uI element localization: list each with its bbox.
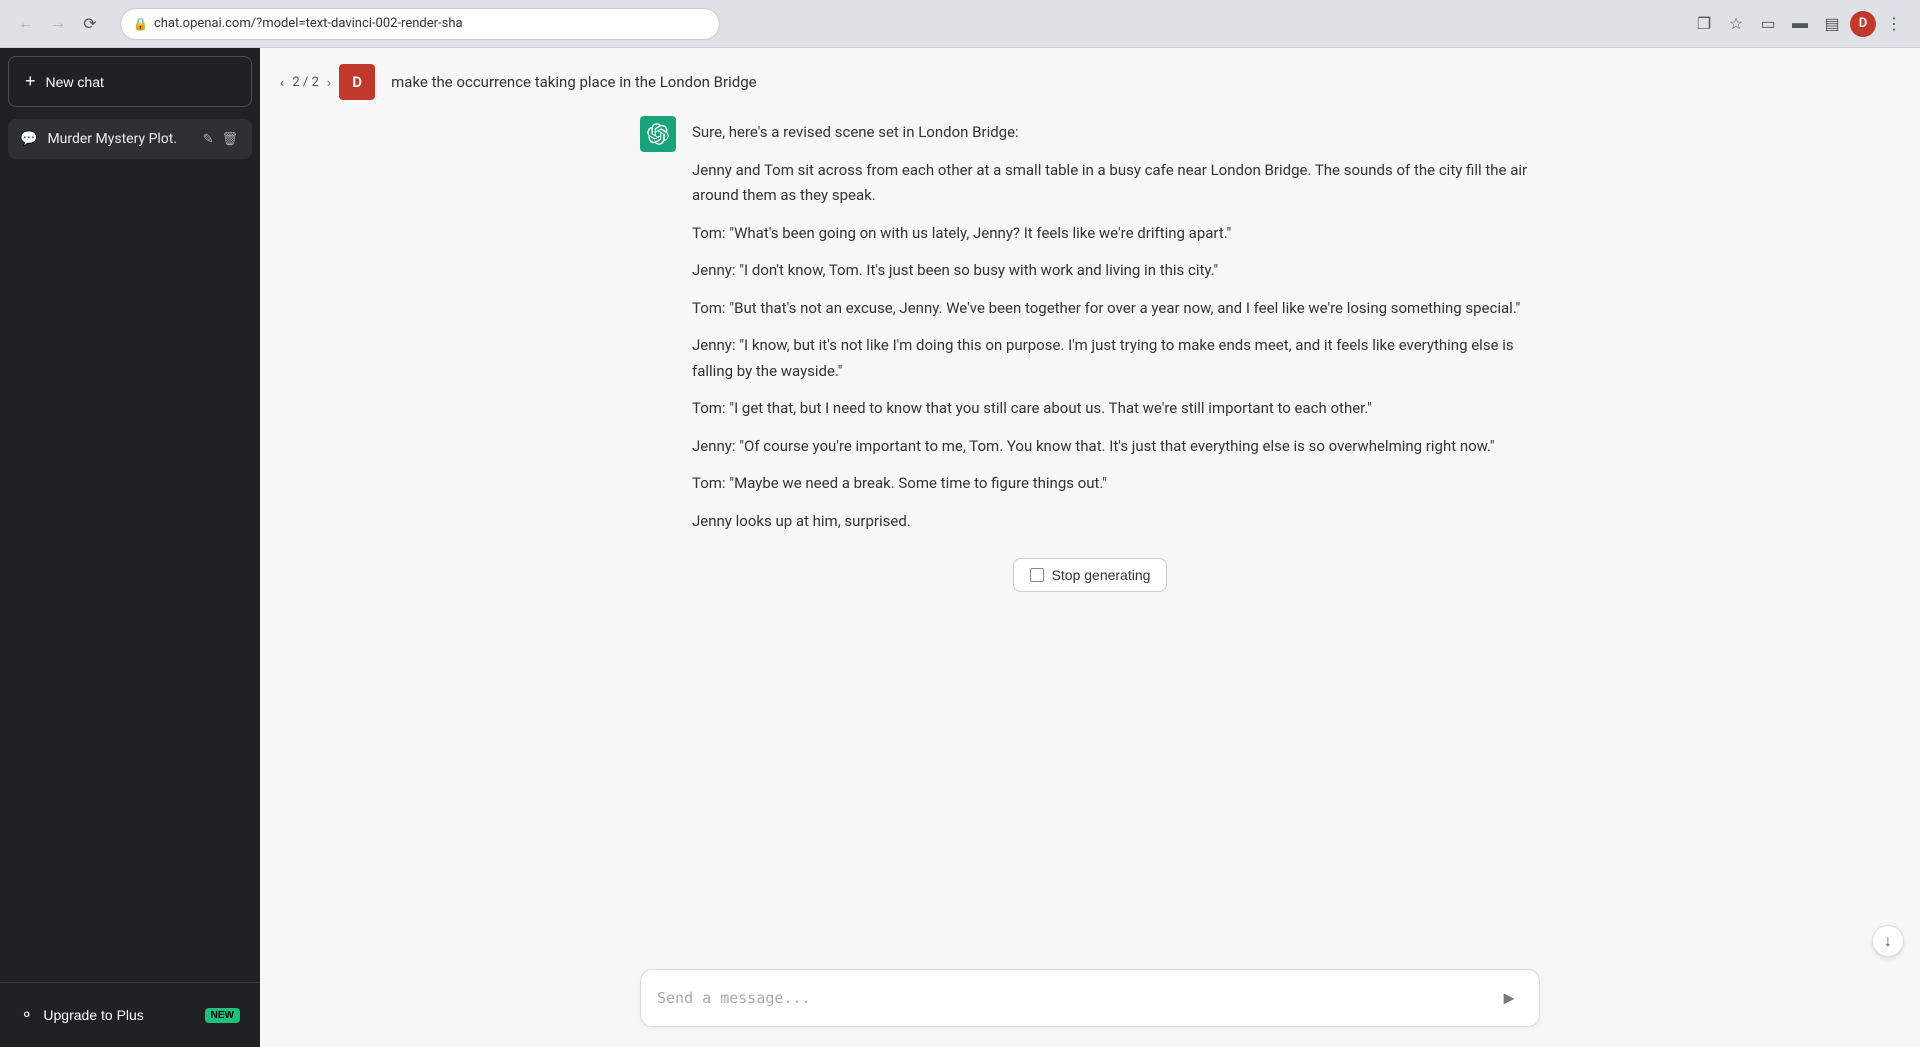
input-container: ► xyxy=(640,969,1540,1027)
chat-icon: 💬 xyxy=(20,131,37,147)
sidebar: + New chat 💬 Murder Mystery Plot. ✎ 🗑 ⚬ … xyxy=(0,48,260,1047)
assistant-para-2: Jenny: "I don't know, Tom. It's just bee… xyxy=(692,258,1540,284)
profile-avatar[interactable]: D xyxy=(1850,11,1876,37)
assistant-para-4: Jenny: "I know, but it's not like I'm do… xyxy=(692,333,1540,384)
assistant-avatar xyxy=(640,116,676,152)
send-icon: ► xyxy=(1500,988,1518,1009)
sidebar-bottom: ⚬ Upgrade to Plus NEW xyxy=(0,982,260,1047)
assistant-message-row: Sure, here's a revised scene set in Lond… xyxy=(640,116,1540,534)
assistant-para-5: Tom: "I get that, but I need to know tha… xyxy=(692,396,1540,422)
new-badge: NEW xyxy=(205,1008,240,1023)
puzzle-button[interactable]: ▬ xyxy=(1786,10,1814,38)
scroll-to-bottom-button[interactable]: ↓ xyxy=(1872,925,1904,957)
share-button[interactable]: ❐ xyxy=(1690,10,1718,38)
menu-button[interactable]: ⋮ xyxy=(1880,10,1908,38)
assistant-para-8: Jenny looks up at him, surprised. xyxy=(692,509,1540,535)
assistant-para-3: Tom: "But that's not an excuse, Jenny. W… xyxy=(692,296,1540,322)
lock-icon: 🔒 xyxy=(133,17,148,31)
user-message-avatar: D xyxy=(339,64,375,100)
stop-generating-button[interactable]: Stop generating xyxy=(1013,558,1168,592)
stop-generating-area: Stop generating xyxy=(280,558,1900,608)
edit-chat-button[interactable]: ✎ xyxy=(201,129,216,149)
assistant-para-6: Jenny: "Of course you're important to me… xyxy=(692,434,1540,460)
chat-history: 💬 Murder Mystery Plot. ✎ 🗑 xyxy=(0,115,260,982)
new-chat-label: New chat xyxy=(46,74,104,90)
chat-history-item[interactable]: 💬 Murder Mystery Plot. ✎ 🗑 xyxy=(8,119,252,159)
new-chat-button[interactable]: + New chat xyxy=(8,56,252,107)
chat-item-actions: ✎ 🗑 xyxy=(201,129,240,149)
browser-actions: ❐ ☆ ▭ ▬ ▤ D ⋮ xyxy=(1690,10,1908,38)
assistant-para-7: Tom: "Maybe we need a break. Some time t… xyxy=(692,471,1540,497)
chat-area[interactable]: Sure, here's a revised scene set in Lond… xyxy=(260,116,1920,957)
user-message-text: make the occurrence taking place in the … xyxy=(391,73,756,91)
plus-icon: + xyxy=(25,71,36,92)
assistant-message-content: Sure, here's a revised scene set in Lond… xyxy=(692,116,1540,534)
address-bar[interactable]: 🔒 chat.openai.com/?model=text-davinci-00… xyxy=(120,8,720,40)
upgrade-label: Upgrade to Plus xyxy=(43,1007,143,1023)
chat-item-label: Murder Mystery Plot. xyxy=(47,131,190,147)
bookmark-button[interactable]: ☆ xyxy=(1722,10,1750,38)
back-button[interactable]: ← xyxy=(12,10,40,38)
next-message-button[interactable]: › xyxy=(327,75,331,90)
nav-buttons: ← → ⟳ xyxy=(12,10,104,38)
forward-button[interactable]: → xyxy=(44,10,72,38)
openai-logo-icon xyxy=(647,123,669,145)
message-nav: ‹ 2 / 2 › D make the occurrence taking p… xyxy=(260,48,1920,116)
input-area: ► xyxy=(260,957,1920,1047)
delete-chat-button[interactable]: 🗑 xyxy=(219,129,240,149)
app-layout: + New chat 💬 Murder Mystery Plot. ✎ 🗑 ⚬ … xyxy=(0,48,1920,1047)
assistant-para-1: Tom: "What's been going on with us latel… xyxy=(692,221,1540,247)
prev-message-button[interactable]: ‹ xyxy=(280,75,284,90)
assistant-para-0: Jenny and Tom sit across from each other… xyxy=(692,158,1540,209)
main-content: ‹ 2 / 2 › D make the occurrence taking p… xyxy=(260,48,1920,1047)
stop-checkbox-icon xyxy=(1030,568,1044,582)
assistant-intro: Sure, here's a revised scene set in Lond… xyxy=(692,120,1540,146)
message-input[interactable] xyxy=(657,989,1495,1007)
send-button[interactable]: ► xyxy=(1495,984,1523,1012)
stop-generating-label: Stop generating xyxy=(1052,567,1151,583)
message-counter: 2 / 2 xyxy=(292,75,318,90)
chevron-down-icon: ↓ xyxy=(1884,931,1892,951)
upgrade-button[interactable]: ⚬ Upgrade to Plus NEW xyxy=(8,995,252,1035)
url-text: chat.openai.com/?model=text-davinci-002-… xyxy=(154,16,463,31)
extensions-button[interactable]: ▭ xyxy=(1754,10,1782,38)
sidebar-button[interactable]: ▤ xyxy=(1818,10,1846,38)
browser-chrome: ← → ⟳ 🔒 chat.openai.com/?model=text-davi… xyxy=(0,0,1920,48)
reload-button[interactable]: ⟳ xyxy=(76,10,104,38)
user-icon: ⚬ xyxy=(20,1005,33,1025)
